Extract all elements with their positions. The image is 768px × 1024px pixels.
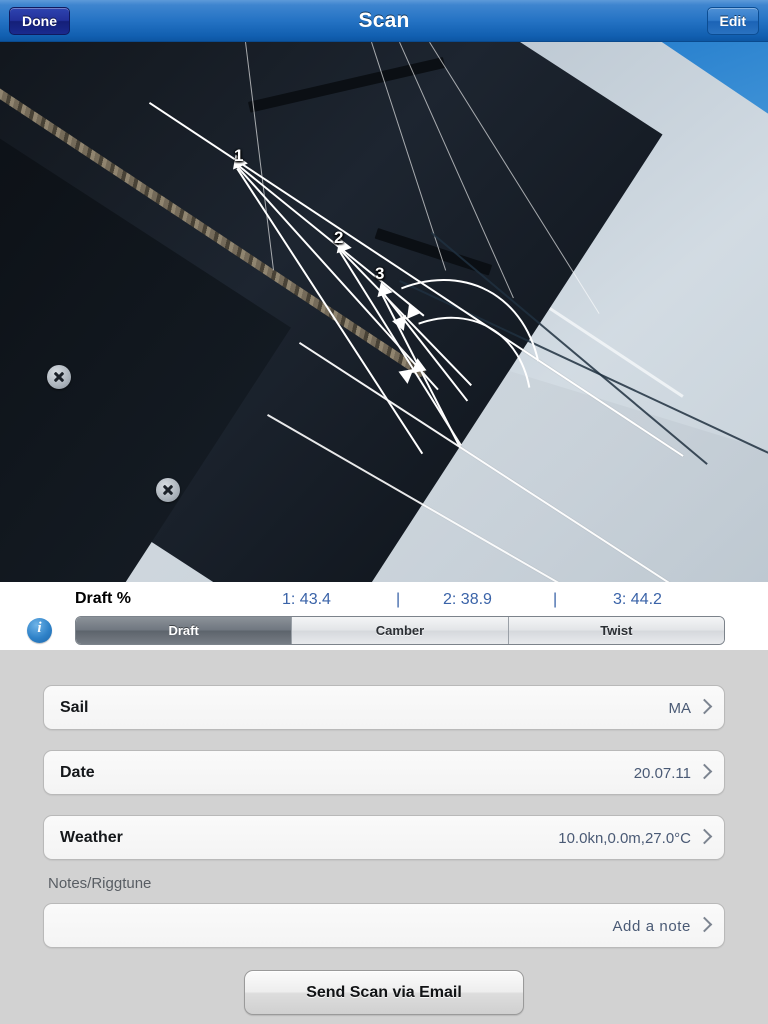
sail-row-label: Sail	[60, 699, 89, 716]
tab-twist[interactable]: Twist	[508, 617, 724, 644]
note-row[interactable]: Add a note	[43, 903, 725, 948]
measurement-arrow	[390, 313, 407, 331]
measurement-arrow	[406, 303, 423, 321]
date-row[interactable]: Date 20.07.11	[43, 750, 725, 795]
drag-handle-middle[interactable]	[156, 478, 180, 502]
chevron-right-icon	[696, 698, 713, 715]
metric-label: Draft %	[75, 590, 132, 607]
draft-value-3: 3: 44.2	[613, 591, 662, 608]
value-separator: |	[396, 591, 401, 608]
send-scan-email-button[interactable]: Send Scan via Email	[244, 970, 524, 1015]
draft-values-row: Draft % 1: 43.4 | 2: 38.9 | 3: 44.2	[0, 590, 768, 614]
scan-details-form: Sail MA Date 20.07.11 Weather 10.0kn,0.0…	[0, 650, 768, 1024]
marker-label-2[interactable]: 2	[334, 228, 343, 248]
page-title: Scan	[358, 9, 410, 32]
chevron-right-icon	[696, 916, 713, 933]
chevron-right-icon	[696, 828, 713, 845]
marker-label-3[interactable]: 3	[375, 264, 384, 284]
info-icon-glyph: i	[37, 620, 42, 636]
scan-screen: Done Scan Edit 1 2 3 Draft % 1: 43.4 | 2…	[0, 0, 768, 1024]
sail-row[interactable]: Sail MA	[43, 685, 725, 730]
chevron-right-icon	[696, 763, 713, 780]
notes-section-label: Notes/Riggtune	[48, 875, 152, 892]
value-separator: |	[553, 591, 558, 608]
weather-row-value: 10.0kn,0.0m,27.0°C	[558, 830, 691, 847]
marker-label-1[interactable]: 1	[234, 146, 243, 166]
note-placeholder: Add a note	[612, 918, 691, 935]
sail-row-value: MA	[668, 700, 692, 717]
drag-handle-top[interactable]	[47, 365, 71, 389]
measurement-panel: Draft % 1: 43.4 | 2: 38.9 | 3: 44.2 i Dr…	[0, 582, 768, 650]
edit-button[interactable]: Edit	[706, 7, 759, 35]
info-icon[interactable]: i	[27, 618, 52, 643]
weather-row[interactable]: Weather 10.0kn,0.0m,27.0°C	[43, 815, 725, 860]
navigation-bar: Done Scan Edit	[0, 0, 768, 42]
weather-row-label: Weather	[60, 829, 123, 846]
draft-value-1: 1: 43.4	[282, 591, 331, 608]
metric-segmented-control[interactable]: Draft Camber Twist	[75, 616, 725, 645]
tab-camber[interactable]: Camber	[292, 617, 509, 644]
tab-draft[interactable]: Draft	[76, 617, 293, 644]
date-row-label: Date	[60, 764, 95, 781]
draft-value-2: 2: 38.9	[443, 591, 492, 608]
date-row-value: 20.07.11	[633, 765, 691, 782]
sail-scan-photo[interactable]: 1 2 3	[0, 42, 768, 582]
